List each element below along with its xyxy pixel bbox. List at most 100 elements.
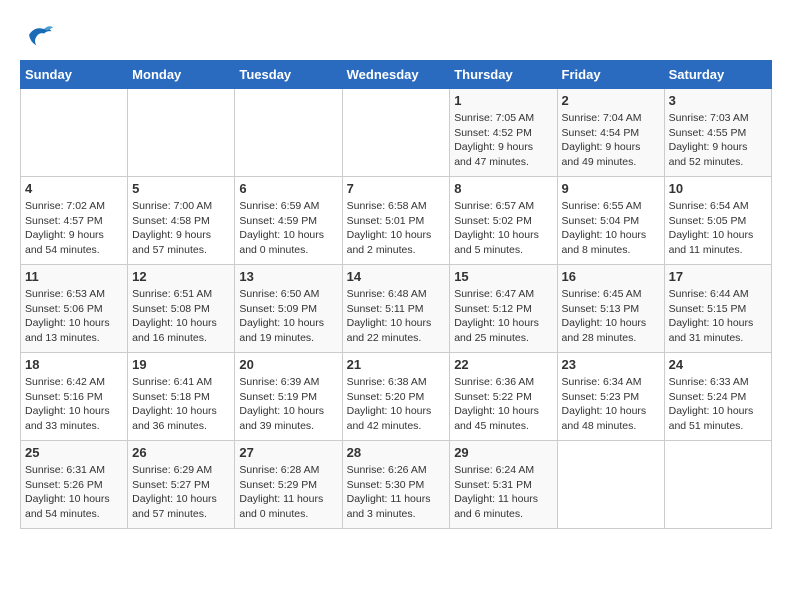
- day-number: 2: [562, 93, 660, 108]
- day-number: 13: [239, 269, 337, 284]
- day-number: 28: [347, 445, 446, 460]
- day-number: 29: [454, 445, 552, 460]
- day-number: 21: [347, 357, 446, 372]
- day-info: Sunrise: 6:39 AMSunset: 5:19 PMDaylight:…: [239, 375, 337, 434]
- day-info: Sunrise: 6:26 AMSunset: 5:30 PMDaylight:…: [347, 463, 446, 522]
- day-info: Sunrise: 7:03 AMSunset: 4:55 PMDaylight:…: [669, 111, 767, 170]
- day-number: 6: [239, 181, 337, 196]
- day-info: Sunrise: 6:41 AMSunset: 5:18 PMDaylight:…: [132, 375, 230, 434]
- calendar-body: 1 Sunrise: 7:05 AMSunset: 4:52 PMDaylight…: [21, 89, 772, 529]
- calendar-cell: 28 Sunrise: 6:26 AMSunset: 5:30 PMDayligh…: [342, 441, 450, 529]
- header-day-wednesday: Wednesday: [342, 61, 450, 89]
- day-info: Sunrise: 6:29 AMSunset: 5:27 PMDaylight:…: [132, 463, 230, 522]
- calendar-cell: 21Sunrise: 6:38 AMSunset: 5:20 PMDayligh…: [342, 353, 450, 441]
- day-number: 15: [454, 269, 552, 284]
- day-number: 7: [347, 181, 446, 196]
- day-info: Sunrise: 6:36 AMSunset: 5:22 PMDaylight:…: [454, 375, 552, 434]
- calendar-cell: 1 Sunrise: 7:05 AMSunset: 4:52 PMDaylight…: [450, 89, 557, 177]
- calendar-header: SundayMondayTuesdayWednesdayThursdayFrid…: [21, 61, 772, 89]
- calendar-cell: 22 Sunrise: 6:36 AMSunset: 5:22 PMDayligh…: [450, 353, 557, 441]
- calendar-cell: 14 Sunrise: 6:48 AMSunset: 5:11 PMDayligh…: [342, 265, 450, 353]
- calendar-cell: 12 Sunrise: 6:51 AMSunset: 5:08 PMDayligh…: [128, 265, 235, 353]
- day-info: Sunrise: 6:51 AMSunset: 5:08 PMDaylight:…: [132, 287, 230, 346]
- calendar-cell: 20 Sunrise: 6:39 AMSunset: 5:19 PMDayligh…: [235, 353, 342, 441]
- day-info: Sunrise: 6:24 AMSunset: 5:31 PMDaylight:…: [454, 463, 552, 522]
- day-number: 25: [25, 445, 123, 460]
- header-day-saturday: Saturday: [664, 61, 771, 89]
- calendar-cell: 6 Sunrise: 6:59 AMSunset: 4:59 PMDaylight…: [235, 177, 342, 265]
- day-info: Sunrise: 6:34 AMSunset: 5:23 PMDaylight:…: [562, 375, 660, 434]
- day-info: Sunrise: 6:54 AMSunset: 5:05 PMDaylight:…: [669, 199, 767, 258]
- day-number: 11: [25, 269, 123, 284]
- calendar-cell: 25 Sunrise: 6:31 AMSunset: 5:26 PMDayligh…: [21, 441, 128, 529]
- calendar-cell: [557, 441, 664, 529]
- day-number: 23: [562, 357, 660, 372]
- calendar-cell: 10 Sunrise: 6:54 AMSunset: 5:05 PMDayligh…: [664, 177, 771, 265]
- header-day-tuesday: Tuesday: [235, 61, 342, 89]
- week-row-5: 25 Sunrise: 6:31 AMSunset: 5:26 PMDayligh…: [21, 441, 772, 529]
- day-number: 27: [239, 445, 337, 460]
- day-number: 18: [25, 357, 123, 372]
- day-number: 24: [669, 357, 767, 372]
- day-info: Sunrise: 6:48 AMSunset: 5:11 PMDaylight:…: [347, 287, 446, 346]
- header-day-thursday: Thursday: [450, 61, 557, 89]
- day-number: 5: [132, 181, 230, 196]
- day-info: Sunrise: 6:42 AMSunset: 5:16 PMDaylight:…: [25, 375, 123, 434]
- day-number: 4: [25, 181, 123, 196]
- header-day-sunday: Sunday: [21, 61, 128, 89]
- calendar-cell: 24 Sunrise: 6:33 AMSunset: 5:24 PMDayligh…: [664, 353, 771, 441]
- day-number: 12: [132, 269, 230, 284]
- calendar-cell: 17Sunrise: 6:44 AMSunset: 5:15 PMDayligh…: [664, 265, 771, 353]
- calendar-cell: 27 Sunrise: 6:28 AMSunset: 5:29 PMDayligh…: [235, 441, 342, 529]
- day-info: Sunrise: 6:28 AMSunset: 5:29 PMDaylight:…: [239, 463, 337, 522]
- day-number: 26: [132, 445, 230, 460]
- day-number: 14: [347, 269, 446, 284]
- day-number: 1: [454, 93, 552, 108]
- day-number: 16: [562, 269, 660, 284]
- day-info: Sunrise: 6:47 AMSunset: 5:12 PMDaylight:…: [454, 287, 552, 346]
- calendar-cell: 3 Sunrise: 7:03 AMSunset: 4:55 PMDaylight…: [664, 89, 771, 177]
- day-number: 8: [454, 181, 552, 196]
- calendar-cell: 16 Sunrise: 6:45 AMSunset: 5:13 PMDayligh…: [557, 265, 664, 353]
- day-info: Sunrise: 6:44 AMSunset: 5:15 PMDaylight:…: [669, 287, 767, 346]
- calendar-cell: 2 Sunrise: 7:04 AMSunset: 4:54 PMDaylight…: [557, 89, 664, 177]
- day-number: 22: [454, 357, 552, 372]
- calendar-cell: 13 Sunrise: 6:50 AMSunset: 5:09 PMDayligh…: [235, 265, 342, 353]
- day-info: Sunrise: 6:53 AMSunset: 5:06 PMDaylight:…: [25, 287, 123, 346]
- week-row-4: 18 Sunrise: 6:42 AMSunset: 5:16 PMDayligh…: [21, 353, 772, 441]
- day-info: Sunrise: 6:31 AMSunset: 5:26 PMDaylight:…: [25, 463, 123, 522]
- day-number: 3: [669, 93, 767, 108]
- calendar-cell: 15 Sunrise: 6:47 AMSunset: 5:12 PMDayligh…: [450, 265, 557, 353]
- calendar-cell: 11 Sunrise: 6:53 AMSunset: 5:06 PMDayligh…: [21, 265, 128, 353]
- calendar-table: SundayMondayTuesdayWednesdayThursdayFrid…: [20, 60, 772, 529]
- logo-bird-icon: [23, 20, 53, 50]
- day-info: Sunrise: 6:33 AMSunset: 5:24 PMDaylight:…: [669, 375, 767, 434]
- calendar-cell: [664, 441, 771, 529]
- calendar-cell: 19Sunrise: 6:41 AMSunset: 5:18 PMDayligh…: [128, 353, 235, 441]
- day-info: Sunrise: 6:45 AMSunset: 5:13 PMDaylight:…: [562, 287, 660, 346]
- day-info: Sunrise: 7:05 AMSunset: 4:52 PMDaylight:…: [454, 111, 552, 170]
- day-info: Sunrise: 6:57 AMSunset: 5:02 PMDaylight:…: [454, 199, 552, 258]
- day-info: Sunrise: 6:50 AMSunset: 5:09 PMDaylight:…: [239, 287, 337, 346]
- day-info: Sunrise: 7:00 AMSunset: 4:58 PMDaylight:…: [132, 199, 230, 258]
- calendar-cell: [21, 89, 128, 177]
- day-info: Sunrise: 6:55 AMSunset: 5:04 PMDaylight:…: [562, 199, 660, 258]
- calendar-cell: [235, 89, 342, 177]
- day-number: 10: [669, 181, 767, 196]
- day-number: 9: [562, 181, 660, 196]
- week-row-3: 11 Sunrise: 6:53 AMSunset: 5:06 PMDayligh…: [21, 265, 772, 353]
- day-info: Sunrise: 6:59 AMSunset: 4:59 PMDaylight:…: [239, 199, 337, 258]
- logo: [20, 20, 53, 50]
- calendar-cell: 9 Sunrise: 6:55 AMSunset: 5:04 PMDaylight…: [557, 177, 664, 265]
- header-day-monday: Monday: [128, 61, 235, 89]
- header-row: SundayMondayTuesdayWednesdayThursdayFrid…: [21, 61, 772, 89]
- day-info: Sunrise: 6:58 AMSunset: 5:01 PMDaylight:…: [347, 199, 446, 258]
- day-info: Sunrise: 7:04 AMSunset: 4:54 PMDaylight:…: [562, 111, 660, 170]
- day-info: Sunrise: 7:02 AMSunset: 4:57 PMDaylight:…: [25, 199, 123, 258]
- calendar-cell: 7 Sunrise: 6:58 AMSunset: 5:01 PMDaylight…: [342, 177, 450, 265]
- calendar-cell: 5 Sunrise: 7:00 AMSunset: 4:58 PMDaylight…: [128, 177, 235, 265]
- calendar-cell: 23 Sunrise: 6:34 AMSunset: 5:23 PMDayligh…: [557, 353, 664, 441]
- week-row-2: 4 Sunrise: 7:02 AMSunset: 4:57 PMDaylight…: [21, 177, 772, 265]
- calendar-cell: [128, 89, 235, 177]
- day-number: 20: [239, 357, 337, 372]
